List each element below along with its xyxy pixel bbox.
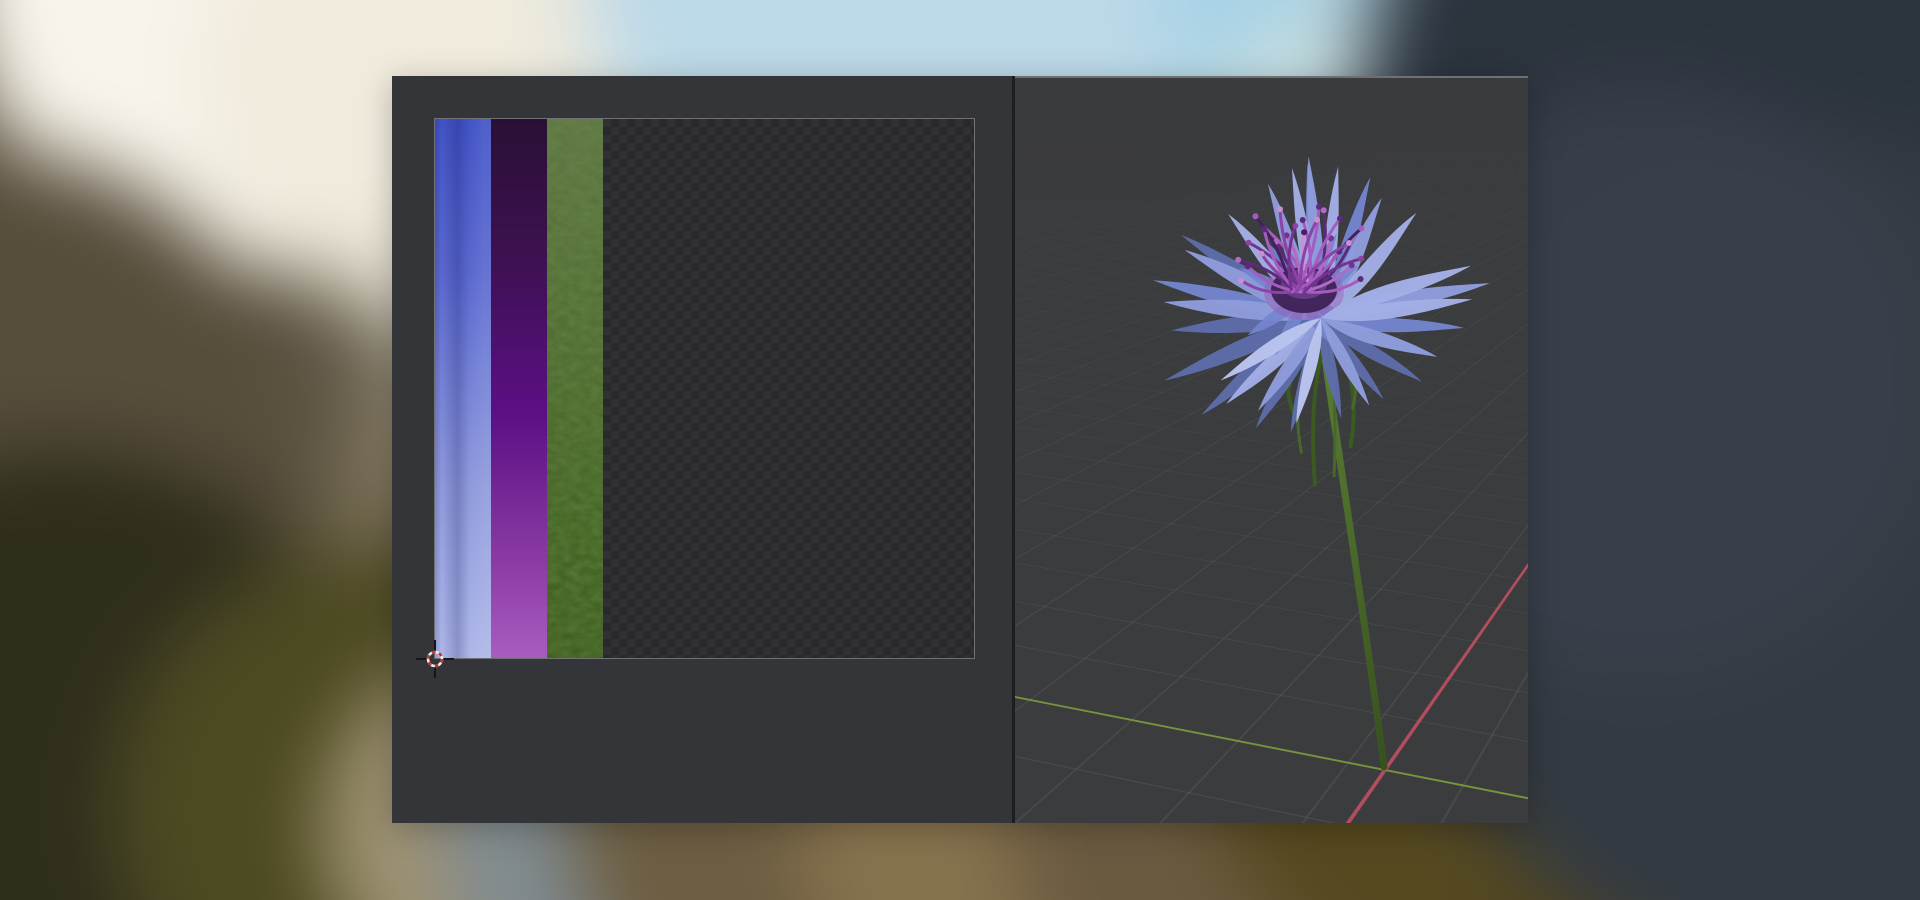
stamen-tip — [1238, 277, 1245, 284]
stamen-tip — [1244, 263, 1251, 270]
texture-strip-purple — [491, 119, 547, 658]
viewport-top-highlight — [1015, 76, 1528, 78]
leaf-noise-overlay — [547, 119, 603, 658]
stamen-tip — [1357, 276, 1364, 282]
stamen-tip — [1252, 213, 1259, 220]
image-editor-panel[interactable] — [392, 76, 1012, 823]
stamen-tip — [1345, 240, 1352, 246]
stamen-tip — [1235, 256, 1242, 263]
blender-window — [392, 76, 1528, 823]
stamen-tip — [1314, 216, 1320, 223]
stamen-tip — [1292, 222, 1299, 229]
image-canvas[interactable] — [434, 118, 975, 659]
stamen-tip — [1358, 225, 1365, 232]
texture-strip-green — [547, 119, 603, 658]
stamen-tip — [1358, 255, 1365, 262]
stamen-tip — [1301, 229, 1308, 236]
3d-viewport-panel[interactable] — [1015, 76, 1528, 823]
stamen-tip — [1316, 203, 1322, 210]
stamen-tip — [1245, 239, 1252, 246]
stamen-tip — [1299, 217, 1306, 223]
stamen-tip — [1337, 215, 1343, 222]
stamen-tip — [1261, 226, 1268, 233]
texture-strip-blue — [435, 119, 491, 658]
stamen-tip — [1258, 250, 1265, 257]
uv-2d-cursor[interactable] — [413, 637, 457, 681]
cornflower-object[interactable] — [1015, 76, 1528, 823]
stamen-tip — [1277, 206, 1283, 213]
